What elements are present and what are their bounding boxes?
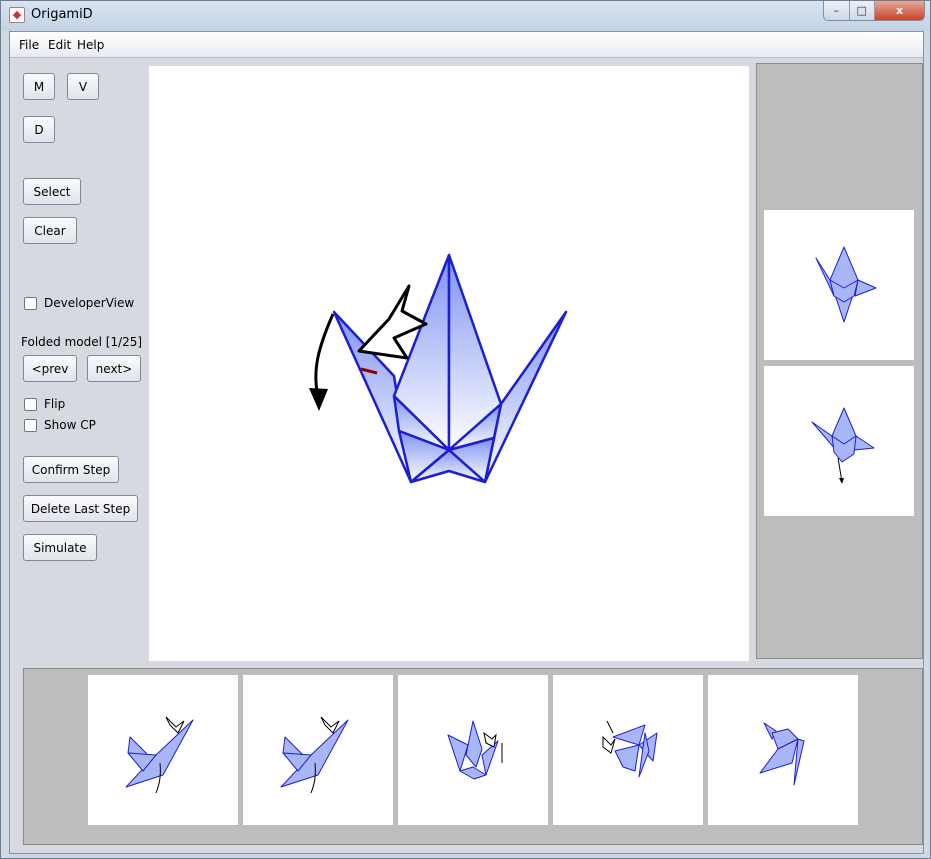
client-area: File Edit Help M V D Select Clear Develo… [9,31,924,854]
step-thumbnail[interactable] [398,675,548,825]
show-cp-checkbox[interactable]: Show CP [24,418,96,432]
simulate-button[interactable]: Simulate [23,534,97,561]
next-button[interactable]: next> [87,355,141,382]
crane-preview [815,246,877,323]
window-title: OrigamiD [31,7,93,22]
preview-thumbnail-previous[interactable] [764,366,914,516]
step-thumbnail[interactable] [88,675,238,825]
crane-paper [332,253,568,484]
clear-button[interactable]: Clear [23,217,77,244]
fold-arrow-icon [314,313,335,402]
folded-model-label: Folded model [1/25] [21,335,143,349]
preview-thumbnail-current[interactable] [764,210,914,360]
step-history-panel [23,668,923,845]
fold-arrow-head-icon [309,388,328,411]
flip-label: Flip [44,397,66,411]
confirm-step-button[interactable]: Confirm Step [23,456,119,483]
select-button[interactable]: Select [23,178,81,205]
flip-checkbox[interactable]: Flip [24,397,65,411]
title-bar[interactable]: ◆ OrigamiD – □ x [1,1,930,31]
app-window: ◆ OrigamiD – □ x File Edit Help M V D Se… [0,0,931,859]
menu-help[interactable]: Help [77,38,104,52]
step-thumbnail[interactable] [708,675,858,825]
origami-app-icon: ◆ [9,7,25,23]
minimize-button[interactable]: – [824,1,850,20]
step-thumbnail[interactable] [553,675,703,825]
menu-bar: File Edit Help [10,32,923,58]
show-cp-label: Show CP [44,418,96,432]
crane-model-view[interactable] [149,66,749,661]
folding-canvas[interactable] [149,66,749,661]
developer-view-checkbox[interactable]: DeveloperView [24,296,134,310]
mountain-fold-button[interactable]: M [23,73,55,100]
preview-panel [756,63,923,659]
maximize-button[interactable]: □ [849,1,875,20]
delete-last-step-button[interactable]: Delete Last Step [23,495,138,522]
checkbox-box[interactable] [24,418,37,432]
window-controls: – □ x [823,1,925,21]
developer-view-label: DeveloperView [44,296,135,310]
menu-file[interactable]: File [19,38,39,52]
prev-button[interactable]: <prev [23,355,77,382]
d-button[interactable]: D [23,116,55,143]
crane-preview [811,407,875,484]
close-button[interactable]: x [875,1,924,20]
valley-fold-button[interactable]: V [67,73,99,100]
checkbox-box[interactable] [24,296,37,310]
step-thumbnail[interactable] [243,675,393,825]
menu-edit[interactable]: Edit [48,38,71,52]
checkbox-box[interactable] [24,397,37,411]
